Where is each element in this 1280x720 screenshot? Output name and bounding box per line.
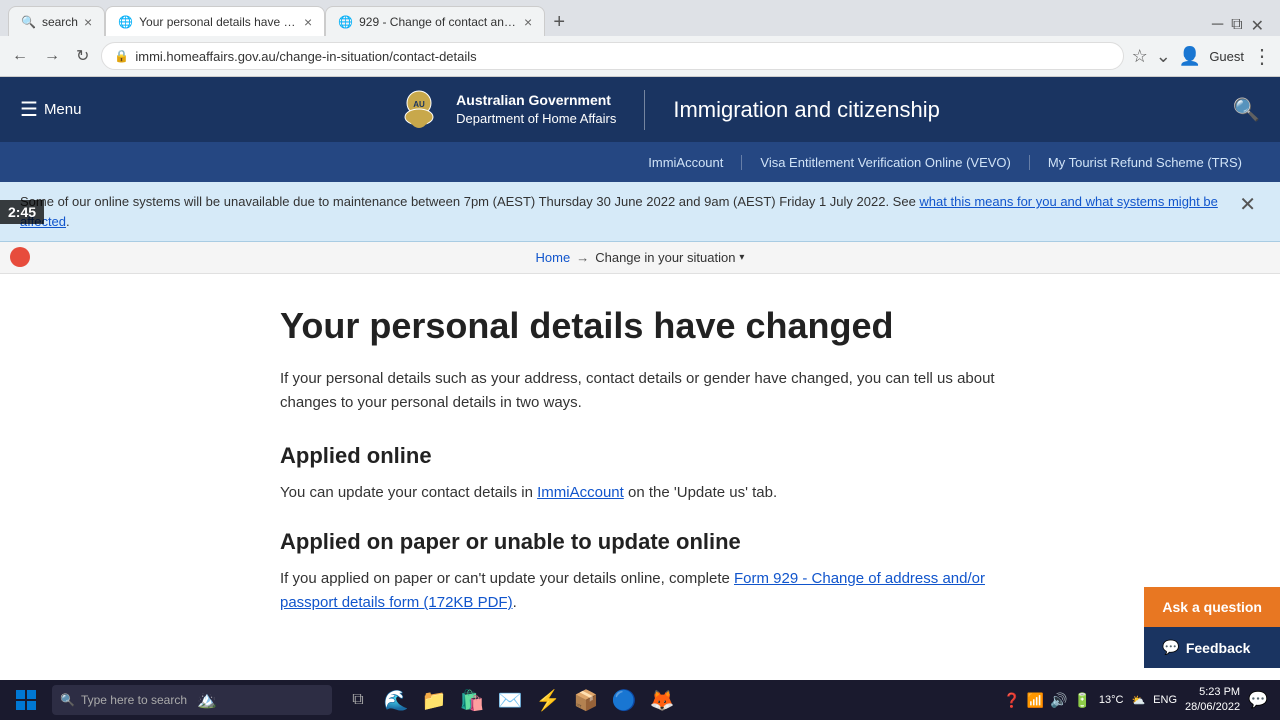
tab-close-929[interactable]: × xyxy=(524,14,532,30)
immiaccount-inline-link[interactable]: ImmiAccount xyxy=(537,484,624,501)
taskbar-search[interactable]: 🔍 Type here to search 🏔️ xyxy=(52,685,332,715)
taskbar-apps: ⧉ 🌊 📁 🛍️ ✉️ ⚡ 📦 🔵 🦊 xyxy=(340,681,680,719)
svg-text:AU: AU xyxy=(413,100,425,109)
applied-online-text: You can update your contact details in I… xyxy=(280,481,1000,505)
taskbar-language: ENG xyxy=(1153,694,1177,706)
task-view-button[interactable]: ⧉ xyxy=(340,681,376,719)
taskbar-wifi-icon[interactable]: 📶 xyxy=(1027,692,1044,709)
trs-link[interactable]: My Tourist Refund Scheme (TRS) xyxy=(1030,155,1260,170)
recording-indicator xyxy=(10,247,30,267)
breadcrumb-current: Change in your situation ▾ xyxy=(595,250,744,265)
taskbar-search-icon: 🔍 xyxy=(60,693,75,707)
site-title: Immigration and citizenship xyxy=(673,97,940,123)
taskbar: 🔍 Type here to search 🏔️ ⧉ 🌊 📁 🛍️ ✉️ ⚡ 📦… xyxy=(0,680,1280,720)
minimize-button[interactable]: ─ xyxy=(1212,16,1223,36)
taskbar-volume-icon[interactable]: 🔊 xyxy=(1050,692,1067,709)
new-tab-button[interactable]: + xyxy=(545,8,573,36)
site-header: ☰ Menu AU Australian Government Departme… xyxy=(0,77,1280,142)
taskbar-system-icons: ❓ 📶 🔊 🔋 xyxy=(1003,692,1091,709)
chrome-taskbar[interactable]: 🔵 xyxy=(606,681,642,719)
alert-close-button[interactable]: ✕ xyxy=(1235,192,1260,217)
breadcrumb-dropdown-icon[interactable]: ▾ xyxy=(739,252,744,263)
header-divider xyxy=(644,90,645,130)
profile-icon[interactable]: 👤 xyxy=(1179,46,1201,67)
logo-text: Australian Government Department of Home… xyxy=(456,91,616,129)
government-crest: AU xyxy=(394,85,444,135)
windows-logo-icon xyxy=(16,690,36,710)
ask-question-button[interactable]: Ask a question xyxy=(1144,587,1280,627)
hamburger-icon: ☰ xyxy=(20,97,38,122)
store-taskbar[interactable]: 🛍️ xyxy=(454,681,490,719)
browser-taskbar[interactable]: 🦊 xyxy=(644,681,680,719)
breadcrumb: Home → Change in your situation ▾ xyxy=(0,242,1280,274)
main-content: Your personal details have changed If yo… xyxy=(0,274,1280,655)
website: ☰ Menu AU Australian Government Departme… xyxy=(0,77,1280,655)
back-button[interactable]: ← xyxy=(8,43,32,69)
forward-button[interactable]: → xyxy=(40,43,64,69)
taskbar-clock[interactable]: 5:23 PM 28/06/2022 xyxy=(1185,685,1240,716)
explorer-taskbar[interactable]: 📁 xyxy=(416,681,452,719)
taskbar-weather-icon: ⛅ xyxy=(1131,694,1145,707)
tab-personal-details[interactable]: 🌐 Your personal details have chan... × xyxy=(105,6,325,36)
taskbar-help-icon[interactable]: ❓ xyxy=(1003,692,1020,709)
tab-bar: 🔍 search × 🌐 Your personal details have … xyxy=(0,0,1280,36)
tab-search[interactable]: 🔍 search × xyxy=(8,6,105,36)
timer-display: 2:45 xyxy=(0,200,44,224)
bookmarks-icon[interactable]: ☆ xyxy=(1132,46,1148,67)
page-heading: Your personal details have changed xyxy=(280,304,1000,347)
search-button[interactable]: 🔍 xyxy=(1233,97,1260,123)
start-button[interactable] xyxy=(4,681,48,719)
vevo-link[interactable]: Visa Entitlement Verification Online (VE… xyxy=(742,155,1030,170)
taskbar-notification-icon[interactable]: 💬 xyxy=(1248,690,1268,710)
applied-on-paper-heading: Applied on paper or unable to update onl… xyxy=(280,529,1000,555)
browser-tab-search-icon[interactable]: ⌄ xyxy=(1156,46,1171,67)
taskbar-temperature: 13°C xyxy=(1099,694,1124,706)
menu-button[interactable]: ☰ Menu xyxy=(20,97,81,122)
address-bar[interactable]: 🔒 immi.homeaffairs.gov.au/change-in-situ… xyxy=(101,42,1123,70)
applied-on-paper-text: If you applied on paper or can't update … xyxy=(280,567,1000,615)
close-button[interactable]: ✕ xyxy=(1251,16,1264,36)
tab-close-personal[interactable]: × xyxy=(304,14,312,30)
breadcrumb-home[interactable]: Home xyxy=(536,250,571,265)
app1-taskbar[interactable]: ⚡ xyxy=(530,681,566,719)
browser-chrome: 🔍 search × 🌐 Your personal details have … xyxy=(0,0,1280,77)
float-buttons: Ask a question 💬 Feedback xyxy=(1144,587,1280,668)
feedback-icon: 💬 xyxy=(1162,639,1179,656)
taskbar-battery-icon[interactable]: 🔋 xyxy=(1073,692,1090,709)
edge-browser-taskbar[interactable]: 🌊 xyxy=(378,681,414,719)
alert-banner: Some of our online systems will be unava… xyxy=(0,182,1280,242)
feedback-button[interactable]: 💬 Feedback xyxy=(1144,627,1280,668)
logo-area: AU Australian Government Department of H… xyxy=(101,85,1232,135)
secondary-nav: ImmiAccount Visa Entitlement Verificatio… xyxy=(0,142,1280,182)
mail-taskbar[interactable]: ✉️ xyxy=(492,681,528,719)
reload-button[interactable]: ↻ xyxy=(72,42,93,70)
browser-menu-icon[interactable]: ⋮ xyxy=(1252,44,1272,69)
tab-929[interactable]: 🌐 929 - Change of contact and/or... × xyxy=(325,6,545,36)
breadcrumb-separator: → xyxy=(576,250,589,265)
restore-button[interactable]: ⧉ xyxy=(1231,16,1242,36)
taskbar-right: ❓ 📶 🔊 🔋 13°C ⛅ ENG 5:23 PM 28/06/2022 💬 xyxy=(1003,685,1276,716)
intro-text: If your personal details such as your ad… xyxy=(280,367,1000,415)
address-bar-row: ← → ↻ 🔒 immi.homeaffairs.gov.au/change-i… xyxy=(0,36,1280,76)
applied-online-heading: Applied online xyxy=(280,443,1000,469)
tab-close-search[interactable]: × xyxy=(84,14,92,30)
immiaccount-link[interactable]: ImmiAccount xyxy=(630,155,742,170)
alert-text: Some of our online systems will be unava… xyxy=(20,192,1223,231)
dropbox-taskbar[interactable]: 📦 xyxy=(568,681,604,719)
